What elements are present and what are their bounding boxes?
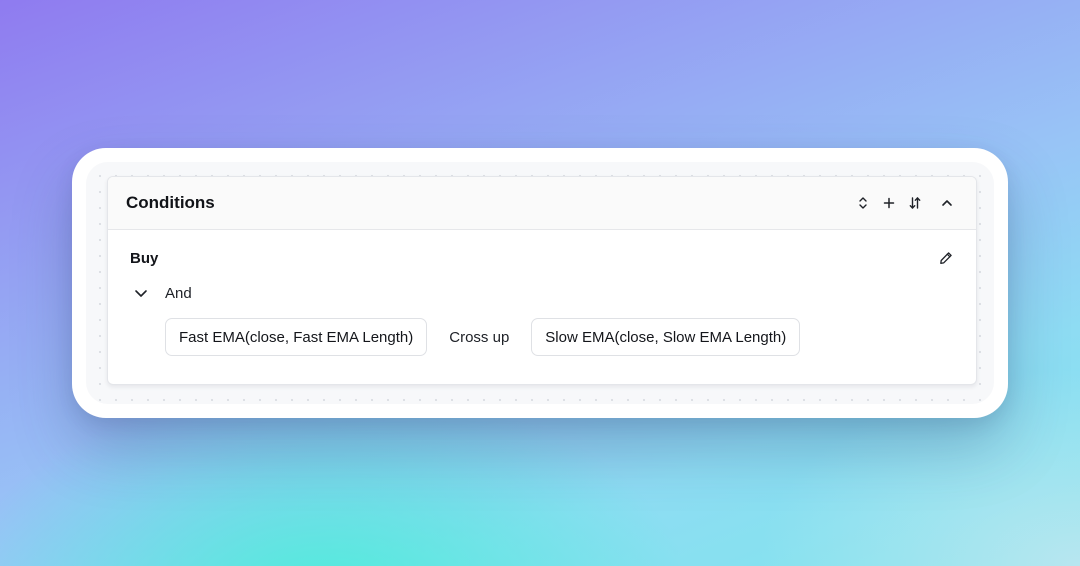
chevron-up-icon[interactable] [936, 192, 958, 214]
condition-row: Fast EMA(close, Fast EMA Length) Cross u… [165, 318, 954, 356]
page-background: Conditions Buy And Fast EMA(close, Fast … [0, 0, 1080, 566]
dotted-canvas: Conditions Buy And Fast EMA(close, Fast … [86, 162, 994, 404]
header-actions [852, 192, 958, 214]
chevron-down-icon[interactable] [130, 282, 152, 304]
panel-title: Conditions [126, 193, 215, 212]
logic-row: And [130, 283, 954, 303]
sort-arrows-icon[interactable] [904, 192, 926, 214]
panel-body: Buy And Fast EMA(close, Fast EMA Length)… [108, 230, 976, 356]
chevron-up-down-icon[interactable] [852, 192, 874, 214]
logic-operator-label[interactable]: And [165, 285, 192, 302]
group-name: Buy [130, 249, 159, 267]
condition-group-header: Buy [130, 248, 954, 268]
right-operand-button[interactable]: Slow EMA(close, Slow EMA Length) [531, 318, 801, 356]
plus-icon[interactable] [878, 192, 900, 214]
outer-card: Conditions Buy And Fast EMA(close, Fast … [72, 148, 1008, 418]
pencil-icon[interactable] [935, 247, 957, 269]
left-operand-button[interactable]: Fast EMA(close, Fast EMA Length) [165, 318, 428, 356]
conditions-panel: Conditions Buy And Fast EMA(close, Fast … [107, 176, 977, 385]
comparison-operator[interactable]: Cross up [449, 329, 509, 346]
panel-header: Conditions [108, 177, 976, 230]
